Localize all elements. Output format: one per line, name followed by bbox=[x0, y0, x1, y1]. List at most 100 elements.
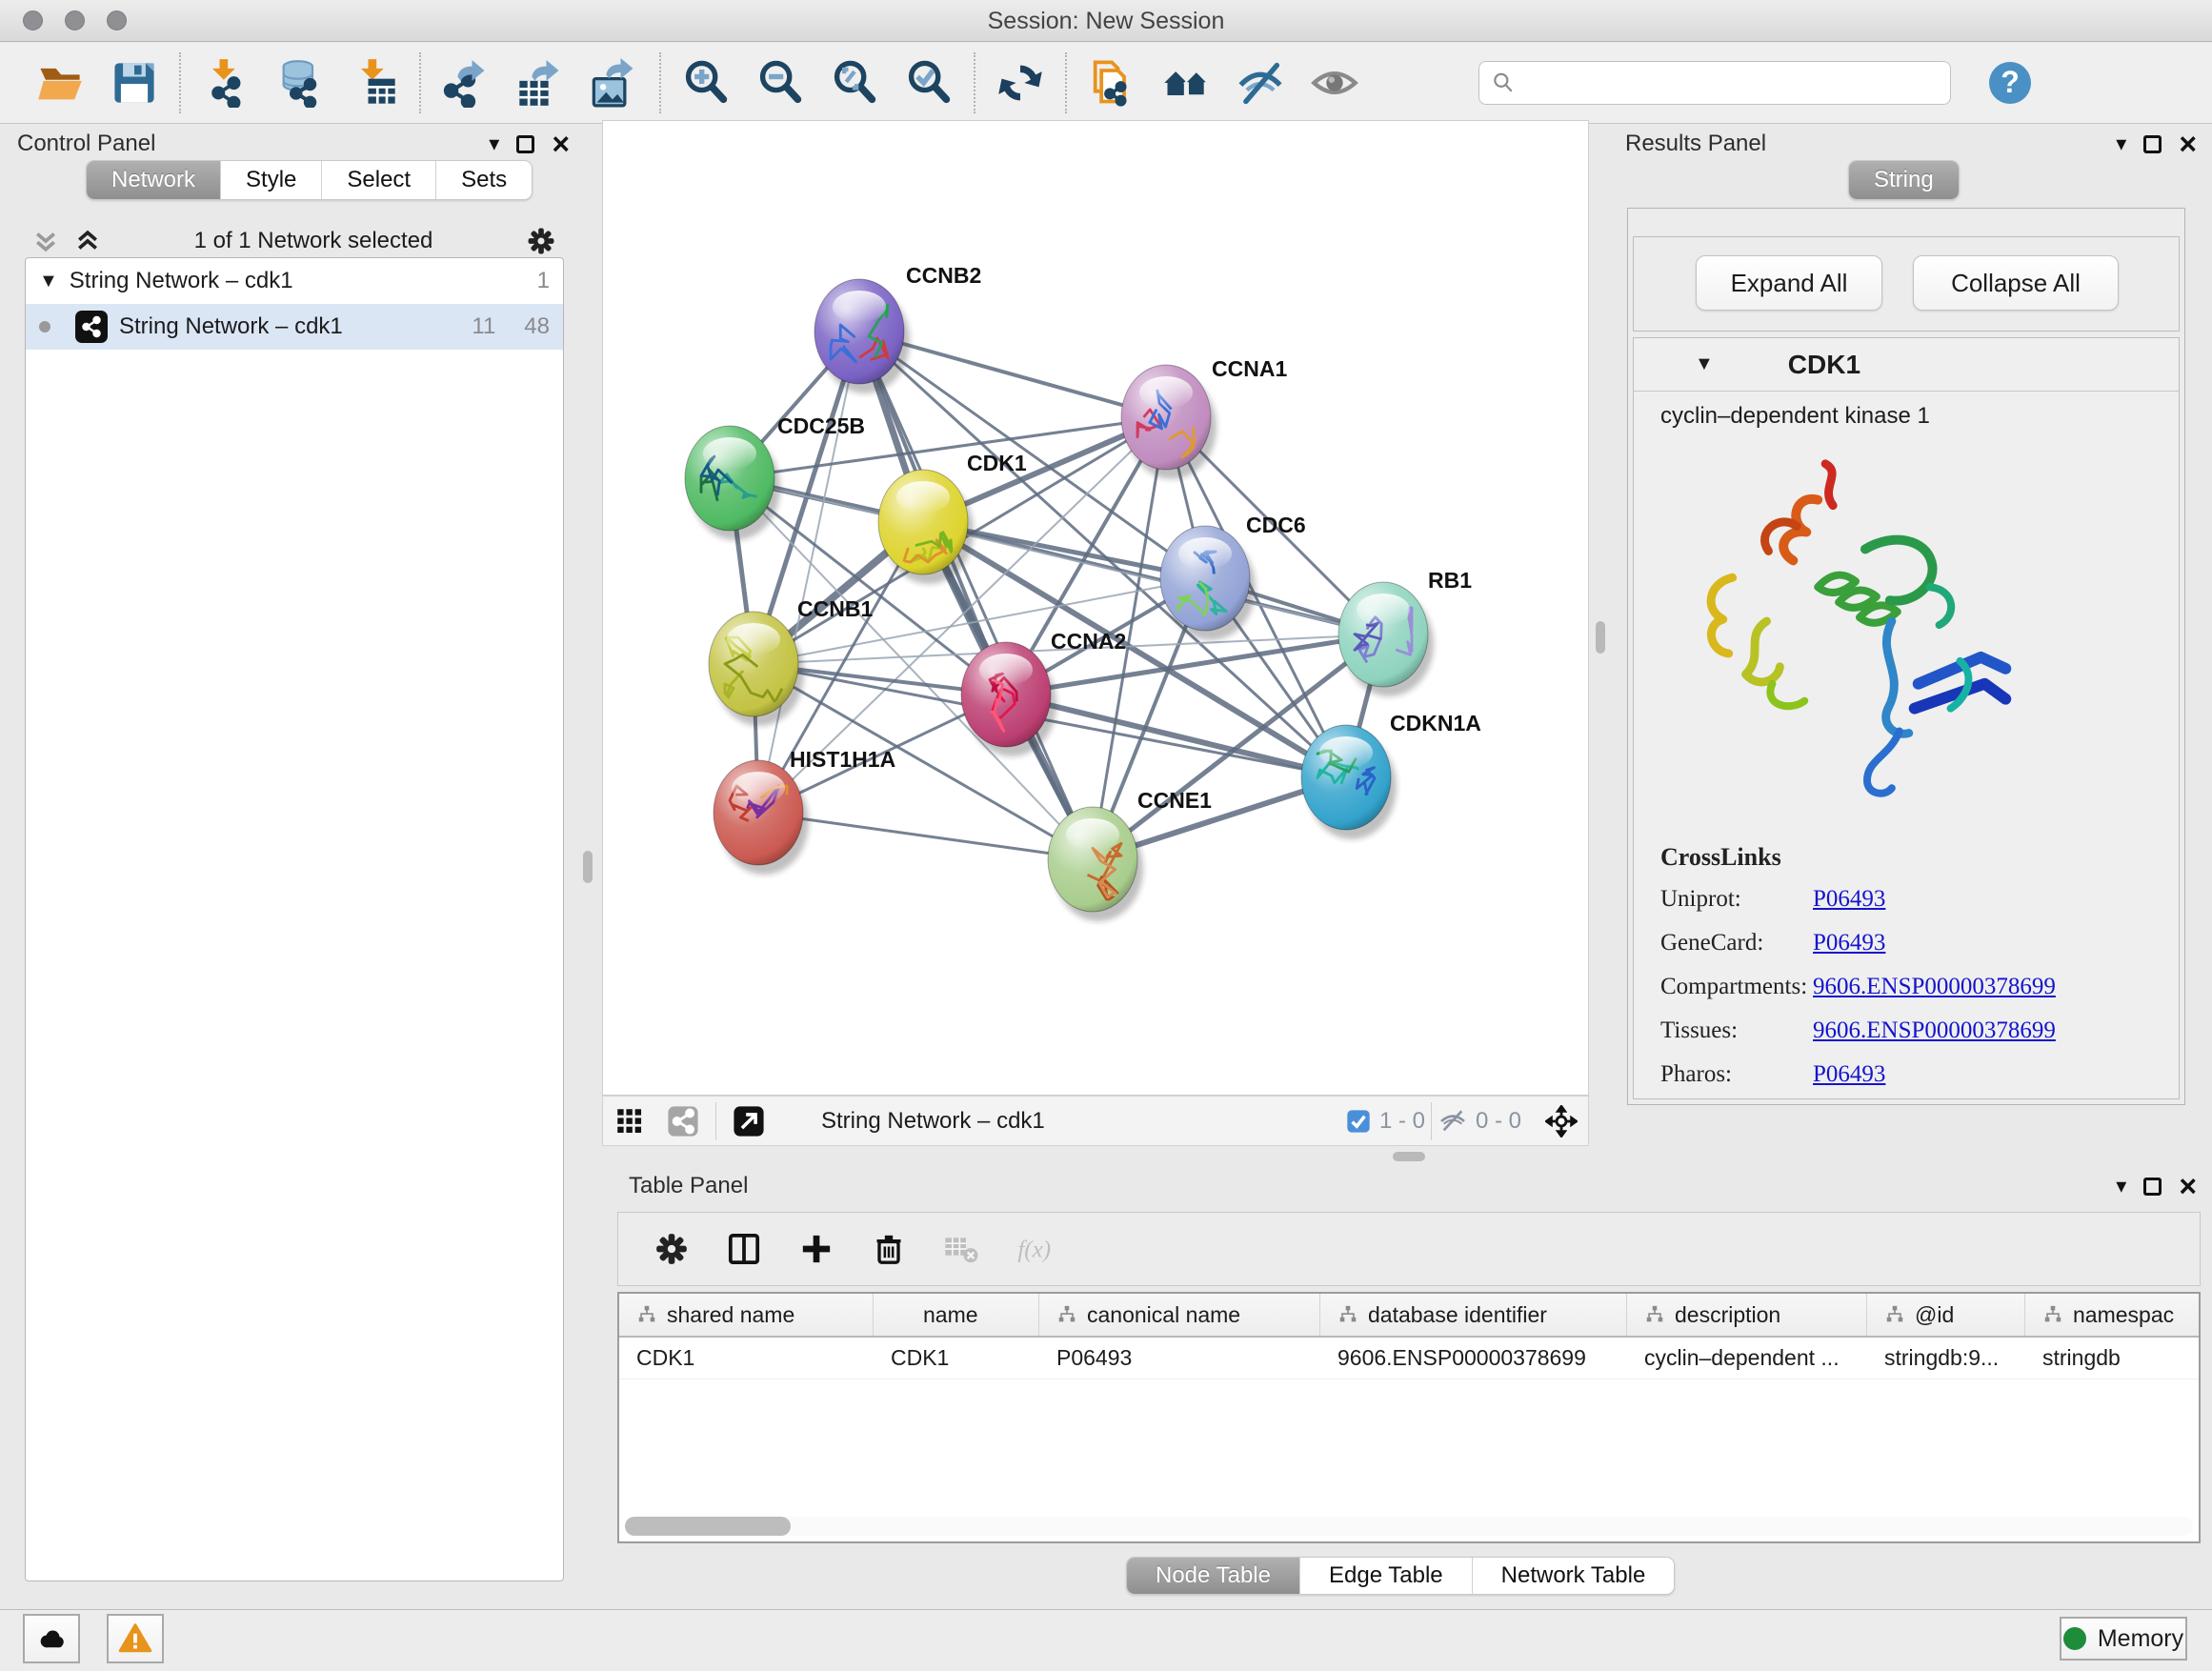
network-row-selected[interactable]: String Network – cdk1 11 48 bbox=[26, 304, 563, 350]
create-column-button[interactable] bbox=[780, 1218, 853, 1279]
zoom-out-button[interactable] bbox=[743, 49, 817, 117]
show-all-button[interactable] bbox=[1297, 49, 1372, 117]
tab-sets[interactable]: Sets bbox=[436, 161, 532, 199]
column-header-canonical-name[interactable]: canonical name bbox=[1039, 1294, 1320, 1336]
node-CDK1[interactable]: CDK1 bbox=[878, 451, 1027, 584]
results-panel-float-icon[interactable] bbox=[2143, 135, 2162, 153]
tab-style[interactable]: Style bbox=[221, 161, 322, 199]
crosslink-link[interactable]: P06493 bbox=[1813, 1061, 1885, 1088]
table-cell[interactable]: 9606.ENSP00000378699 bbox=[1320, 1338, 1627, 1379]
zoom-fit-content-button[interactable] bbox=[817, 49, 892, 117]
column-type-icon bbox=[1056, 1304, 1077, 1325]
apply-layout-button[interactable] bbox=[983, 49, 1057, 117]
tab-node-table[interactable]: Node Table bbox=[1127, 1558, 1300, 1594]
zoom-in-button[interactable] bbox=[669, 49, 743, 117]
import-network-from-file-button[interactable] bbox=[189, 49, 263, 117]
control-panel-close-icon[interactable]: × bbox=[552, 134, 570, 153]
column-header-database-identifier[interactable]: database identifier bbox=[1320, 1294, 1627, 1336]
toolbar-search[interactable] bbox=[1478, 61, 1951, 105]
control-panel-float-icon[interactable] bbox=[516, 135, 534, 153]
node-CCNA2[interactable]: CCNA2 bbox=[961, 629, 1126, 756]
export-image-button[interactable] bbox=[577, 49, 652, 117]
new-network-from-selection-button[interactable] bbox=[1075, 49, 1149, 117]
results-panel-close-icon[interactable]: × bbox=[2179, 134, 2197, 153]
memory-button[interactable]: Memory bbox=[2060, 1617, 2187, 1661]
node-CDC6[interactable]: CDC6 bbox=[1160, 513, 1306, 640]
node-RB1[interactable]: RB1 bbox=[1338, 568, 1472, 696]
table-cell[interactable]: CDK1 bbox=[874, 1338, 1039, 1379]
gene-section-header[interactable]: ▼ CDK1 bbox=[1634, 338, 2179, 392]
node-CDKN1A[interactable]: CDKN1A bbox=[1301, 711, 1481, 839]
node-CCNE1[interactable]: CCNE1 bbox=[1048, 788, 1212, 921]
results-panel-menu-icon[interactable]: ▾ bbox=[2116, 131, 2126, 156]
crosslink-link[interactable]: 9606.ENSP00000378699 bbox=[1813, 1017, 2056, 1044]
table-cell[interactable]: stringdb bbox=[2025, 1338, 2201, 1379]
zoom-out-icon bbox=[755, 58, 805, 108]
save-session-button[interactable] bbox=[97, 49, 171, 117]
collapse-all-button[interactable]: Collapse All bbox=[1913, 255, 2119, 311]
column-header--id[interactable]: @id bbox=[1867, 1294, 2025, 1336]
edge-CCNB2-HIST1H1A[interactable] bbox=[758, 332, 859, 813]
crosslink-link[interactable]: P06493 bbox=[1813, 930, 1885, 956]
tab-select[interactable]: Select bbox=[322, 161, 436, 199]
scrollbar-thumb[interactable] bbox=[625, 1517, 791, 1536]
table-cell[interactable]: P06493 bbox=[1039, 1338, 1320, 1379]
tab-network[interactable]: Network bbox=[87, 161, 221, 199]
detach-view-icon[interactable] bbox=[722, 1100, 775, 1142]
tab-string[interactable]: String bbox=[1849, 161, 1959, 199]
table-horizontal-scrollbar[interactable] bbox=[625, 1517, 2193, 1536]
view-network-mode-icon[interactable] bbox=[656, 1100, 710, 1142]
table-panel-float-icon[interactable] bbox=[2143, 1178, 2162, 1196]
crosslink-link[interactable]: 9606.ENSP00000378699 bbox=[1813, 974, 2056, 1000]
import-network-from-database-button[interactable] bbox=[263, 49, 337, 117]
import-table-button[interactable] bbox=[337, 49, 412, 117]
node-CDC25B[interactable]: CDC25B bbox=[685, 413, 865, 540]
node-HIST1H1A[interactable]: HIST1H1A bbox=[714, 747, 895, 875]
network-canvas[interactable]: CCNB2 CCNA1 CDC25BCDK1 CDC6 RB1 CCNB1 CCNA2 CDK… bbox=[602, 120, 1589, 1096]
zoom-sel-icon bbox=[904, 58, 954, 108]
search-input[interactable] bbox=[1523, 69, 1939, 97]
cloud-button[interactable] bbox=[23, 1614, 80, 1663]
expand-all-button[interactable]: Expand All bbox=[1696, 255, 1882, 311]
column-header-shared-name[interactable]: shared name bbox=[619, 1294, 874, 1336]
eye-slash-icon[interactable] bbox=[1438, 1106, 1468, 1137]
left-divider-handle[interactable] bbox=[583, 851, 593, 883]
crosslink-link[interactable]: P06493 bbox=[1813, 886, 1885, 913]
edge-CCNB2-CCNE1[interactable] bbox=[859, 332, 1093, 859]
table-panel-close-icon[interactable]: × bbox=[2179, 1177, 2197, 1196]
show-columns-button[interactable] bbox=[708, 1218, 780, 1279]
warnings-button[interactable] bbox=[107, 1614, 164, 1663]
export-table-button[interactable] bbox=[503, 49, 577, 117]
delete-column-button[interactable] bbox=[853, 1218, 925, 1279]
column-header-namespac[interactable]: namespac bbox=[2025, 1294, 2201, 1336]
table-settings-button[interactable] bbox=[635, 1218, 708, 1279]
export-network-button[interactable] bbox=[429, 49, 503, 117]
tab-network-table[interactable]: Network Table bbox=[1473, 1558, 1675, 1594]
horizontal-divider-handle[interactable] bbox=[1393, 1152, 1425, 1161]
network-graph[interactable]: CCNB2 CCNA1 CDC25BCDK1 CDC6 RB1 CCNB1 CCNA2 CDK… bbox=[603, 121, 1588, 1095]
table-cell[interactable]: cyclin–dependent ... bbox=[1627, 1338, 1867, 1379]
view-grid-mode-icon[interactable] bbox=[603, 1100, 656, 1142]
node-CCNB1[interactable]: CCNB1 bbox=[709, 596, 873, 726]
table-panel-menu-icon[interactable]: ▾ bbox=[2116, 1174, 2126, 1198]
gene-expander-icon[interactable]: ▼ bbox=[1695, 353, 1714, 375]
table-row[interactable]: CDK1CDK1P064939606.ENSP00000378699cyclin… bbox=[619, 1338, 2199, 1379]
right-divider-handle[interactable] bbox=[1596, 621, 1605, 654]
control-panel-menu-icon[interactable]: ▾ bbox=[489, 131, 499, 156]
column-header-name[interactable]: name bbox=[874, 1294, 1039, 1336]
hide-selected-button[interactable] bbox=[1223, 49, 1297, 117]
string-app-button[interactable] bbox=[1149, 49, 1223, 117]
table-cell[interactable]: CDK1 bbox=[619, 1338, 874, 1379]
node-CCNB2[interactable]: CCNB2 bbox=[814, 263, 981, 393]
tab-edge-table[interactable]: Edge Table bbox=[1300, 1558, 1473, 1594]
checkbox-checked-icon[interactable] bbox=[1345, 1108, 1372, 1135]
node-CCNA1[interactable]: CCNA1 bbox=[1121, 356, 1287, 479]
tree-expander-icon[interactable]: ▼ bbox=[39, 271, 58, 292]
network-collection-row[interactable]: ▼ String Network – cdk1 1 bbox=[26, 258, 563, 304]
column-header-description[interactable]: description bbox=[1627, 1294, 1867, 1336]
move-crosshair-icon[interactable] bbox=[1535, 1100, 1588, 1142]
help-button[interactable]: ? bbox=[1987, 60, 2033, 106]
table-cell[interactable]: stringdb:9... bbox=[1867, 1338, 2025, 1379]
open-session-button[interactable] bbox=[23, 49, 97, 117]
zoom-selected-button[interactable] bbox=[892, 49, 966, 117]
